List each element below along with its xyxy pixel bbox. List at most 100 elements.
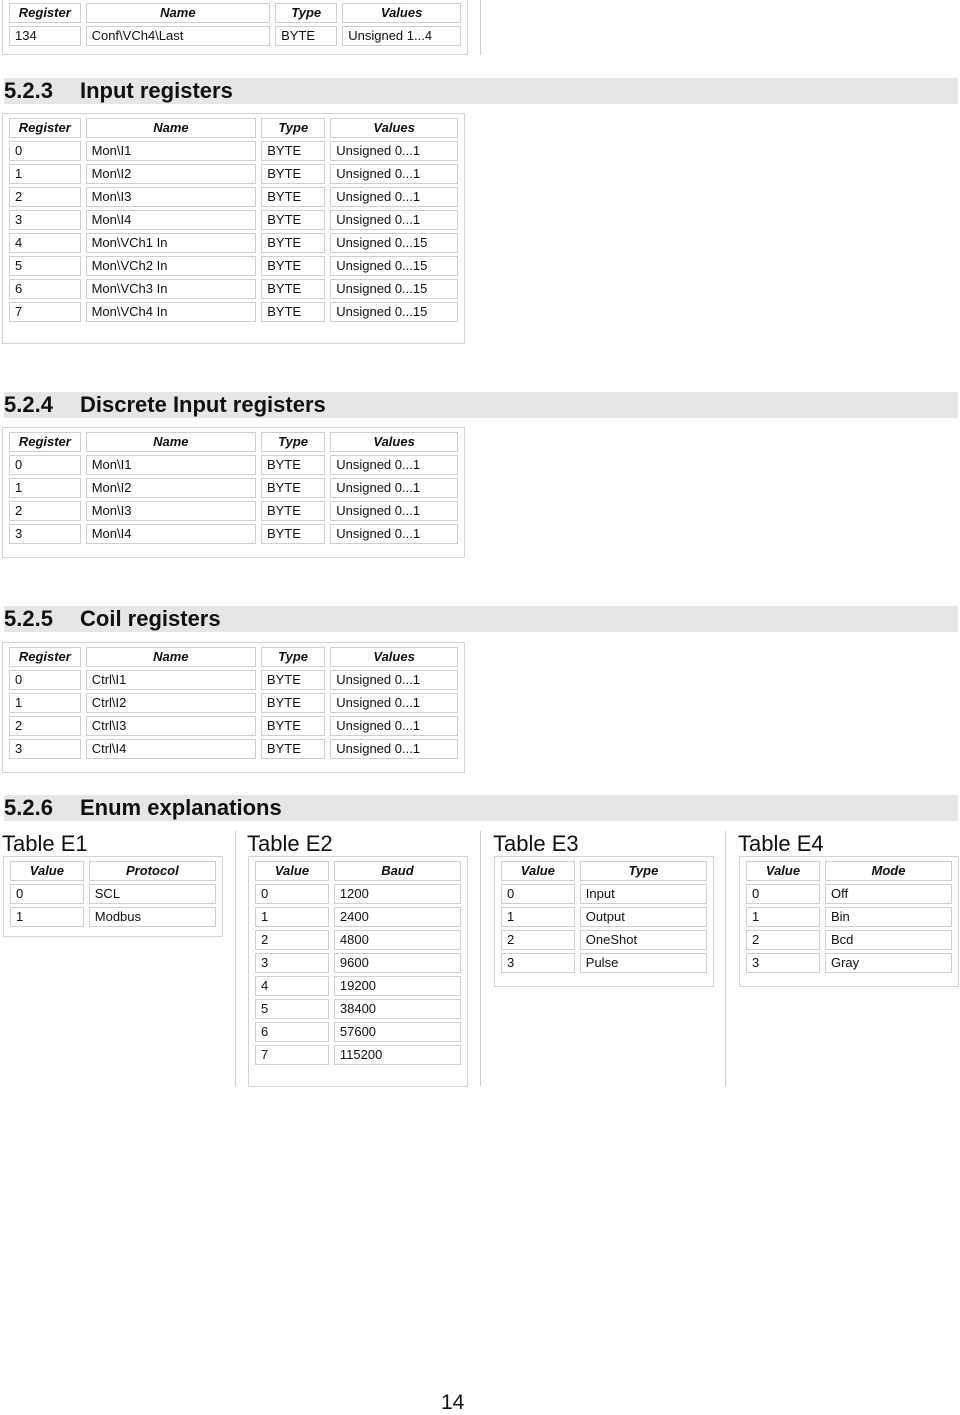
cell-value: 0 (501, 884, 575, 904)
table-row: 1 2400 (255, 907, 461, 927)
column-header-register: Register (9, 432, 81, 452)
table-header-row: Value Baud (255, 861, 461, 881)
cell-type: BYTE (261, 256, 326, 276)
cell-register: 134 (9, 26, 81, 46)
cell-name: Mon\I4 (85, 524, 256, 544)
section-title: Discrete Input registers (80, 392, 326, 417)
cell-type: BYTE (261, 141, 326, 161)
table-row: 0 Ctrl\I1 BYTE Unsigned 0...1 (9, 670, 458, 690)
register-table: Register Name Type Values 0 Ctrl\I1 BYTE Un… (4, 644, 463, 762)
cell-value: 3 (255, 953, 329, 973)
enum-table: Value Mode 0 Off 1 Bin 2 Bcd 3 Gray (741, 858, 957, 976)
cell-register: 2 (9, 716, 81, 736)
cell-name: Mon\I4 (85, 210, 257, 230)
cell-value: 1 (501, 907, 575, 927)
column-header-type: Type (260, 432, 326, 452)
cell-value: 1 (10, 907, 84, 927)
cell-name: Off (824, 884, 952, 904)
column-header-values: Values (330, 647, 458, 667)
cell-register: 1 (9, 693, 81, 713)
config-register-table: Register Name Type Values 134 Conf\VCh4\… (2, 0, 468, 55)
cell-name: Output (579, 907, 707, 927)
column-header-type: Type (260, 647, 326, 667)
column-header-value: Value (746, 861, 820, 881)
cell-type: BYTE (260, 478, 326, 498)
column-header-name: Mode (824, 861, 952, 881)
cell-values: Unsigned 0...1 (330, 478, 458, 498)
cell-value: 2 (501, 930, 575, 950)
table-row: 1 Mon\I2 BYTE Unsigned 0...1 (9, 478, 458, 498)
cell-name: Input (579, 884, 707, 904)
table-row: 4 Mon\VCh1 In BYTE Unsigned 0...15 (9, 233, 458, 253)
table-row: 3 9600 (255, 953, 461, 973)
cell-type: BYTE (261, 164, 326, 184)
cell-name: Ctrl\I3 (85, 716, 256, 736)
cell-value: 1 (255, 907, 329, 927)
cell-value: 3 (501, 953, 575, 973)
cell-name: Conf\VCh4\Last (85, 26, 271, 46)
cell-name: 57600 (333, 1022, 461, 1042)
cell-name: Ctrl\I2 (85, 693, 256, 713)
table-row: 3 Pulse (501, 953, 707, 973)
cell-value: 4 (255, 976, 329, 996)
cell-value: 7 (255, 1045, 329, 1065)
cell-values: Unsigned 0...1 (330, 524, 458, 544)
table-row: 0 Mon\I1 BYTE Unsigned 0...1 (9, 455, 458, 475)
cell-values: Unsigned 0...1 (330, 739, 458, 759)
table-row: 2 OneShot (501, 930, 707, 950)
cell-name: Mon\I1 (85, 141, 257, 161)
cell-name: Ctrl\I4 (85, 739, 256, 759)
column-header-name: Type (579, 861, 707, 881)
column-header-values: Values (330, 118, 458, 138)
cell-name: Mon\I2 (85, 164, 257, 184)
cell-type: BYTE (261, 302, 326, 322)
table-header-row: Register Name Type Values (9, 3, 461, 23)
cell-values: Unsigned 0...1 (330, 501, 458, 521)
cell-name: 4800 (333, 930, 461, 950)
column-header-value: Value (255, 861, 329, 881)
section-number: 5.2.3 (4, 78, 53, 103)
column-header-values: Values (342, 3, 461, 23)
cell-type: BYTE (261, 210, 326, 230)
table-row: 5 38400 (255, 999, 461, 1019)
register-table: Register Name Type Values 0 Mon\I1 BYTE Uns… (4, 115, 463, 325)
cell-name: 115200 (333, 1045, 461, 1065)
cell-name: Mon\I3 (85, 501, 256, 521)
cell-type: BYTE (260, 739, 326, 759)
table-row: 1 Modbus (10, 907, 216, 927)
table-row: 1 Mon\I2 BYTE Unsigned 0...1 (9, 164, 458, 184)
cell-type: BYTE (260, 501, 326, 521)
column-divider (480, 0, 481, 55)
cell-name: Ctrl\I1 (85, 670, 256, 690)
table-row: 3 Gray (746, 953, 952, 973)
cell-value: 5 (255, 999, 329, 1019)
cell-value: 6 (255, 1022, 329, 1042)
table-row: 1 Ctrl\I2 BYTE Unsigned 0...1 (9, 693, 458, 713)
column-header-name: Baud (333, 861, 461, 881)
table-row: 3 Ctrl\I4 BYTE Unsigned 0...1 (9, 739, 458, 759)
cell-values: Unsigned 0...1 (330, 455, 458, 475)
column-header-register: Register (9, 3, 81, 23)
cell-value: 3 (746, 953, 820, 973)
table-row: 134 Conf\VCh4\Last BYTE Unsigned 1...4 (9, 26, 461, 46)
column-header-type: Type (261, 118, 326, 138)
column-header-value: Value (10, 861, 84, 881)
table-row: 0 Input (501, 884, 707, 904)
cell-values: Unsigned 0...1 (330, 187, 458, 207)
cell-type: BYTE (261, 233, 326, 253)
cell-name: Pulse (579, 953, 707, 973)
table-row: 2 Bcd (746, 930, 952, 950)
cell-values: Unsigned 0...15 (330, 302, 458, 322)
column-header-name: Name (85, 647, 256, 667)
enum-table-1: Value Protocol 0 SCL 1 Modbus (3, 856, 223, 937)
enum-table-title: Table E3 (493, 831, 579, 856)
column-divider (235, 831, 236, 1086)
cell-name: SCL (88, 884, 216, 904)
coil-registers-table: Register Name Type Values 0 Ctrl\I1 BYTE Un… (2, 642, 465, 773)
cell-register: 6 (9, 279, 81, 299)
cell-type: BYTE (260, 693, 326, 713)
cell-value: 0 (746, 884, 820, 904)
table-header-row: Register Name Type Values (9, 118, 458, 138)
table-header-row: Value Type (501, 861, 707, 881)
table-row: 2 Mon\I3 BYTE Unsigned 0...1 (9, 187, 458, 207)
